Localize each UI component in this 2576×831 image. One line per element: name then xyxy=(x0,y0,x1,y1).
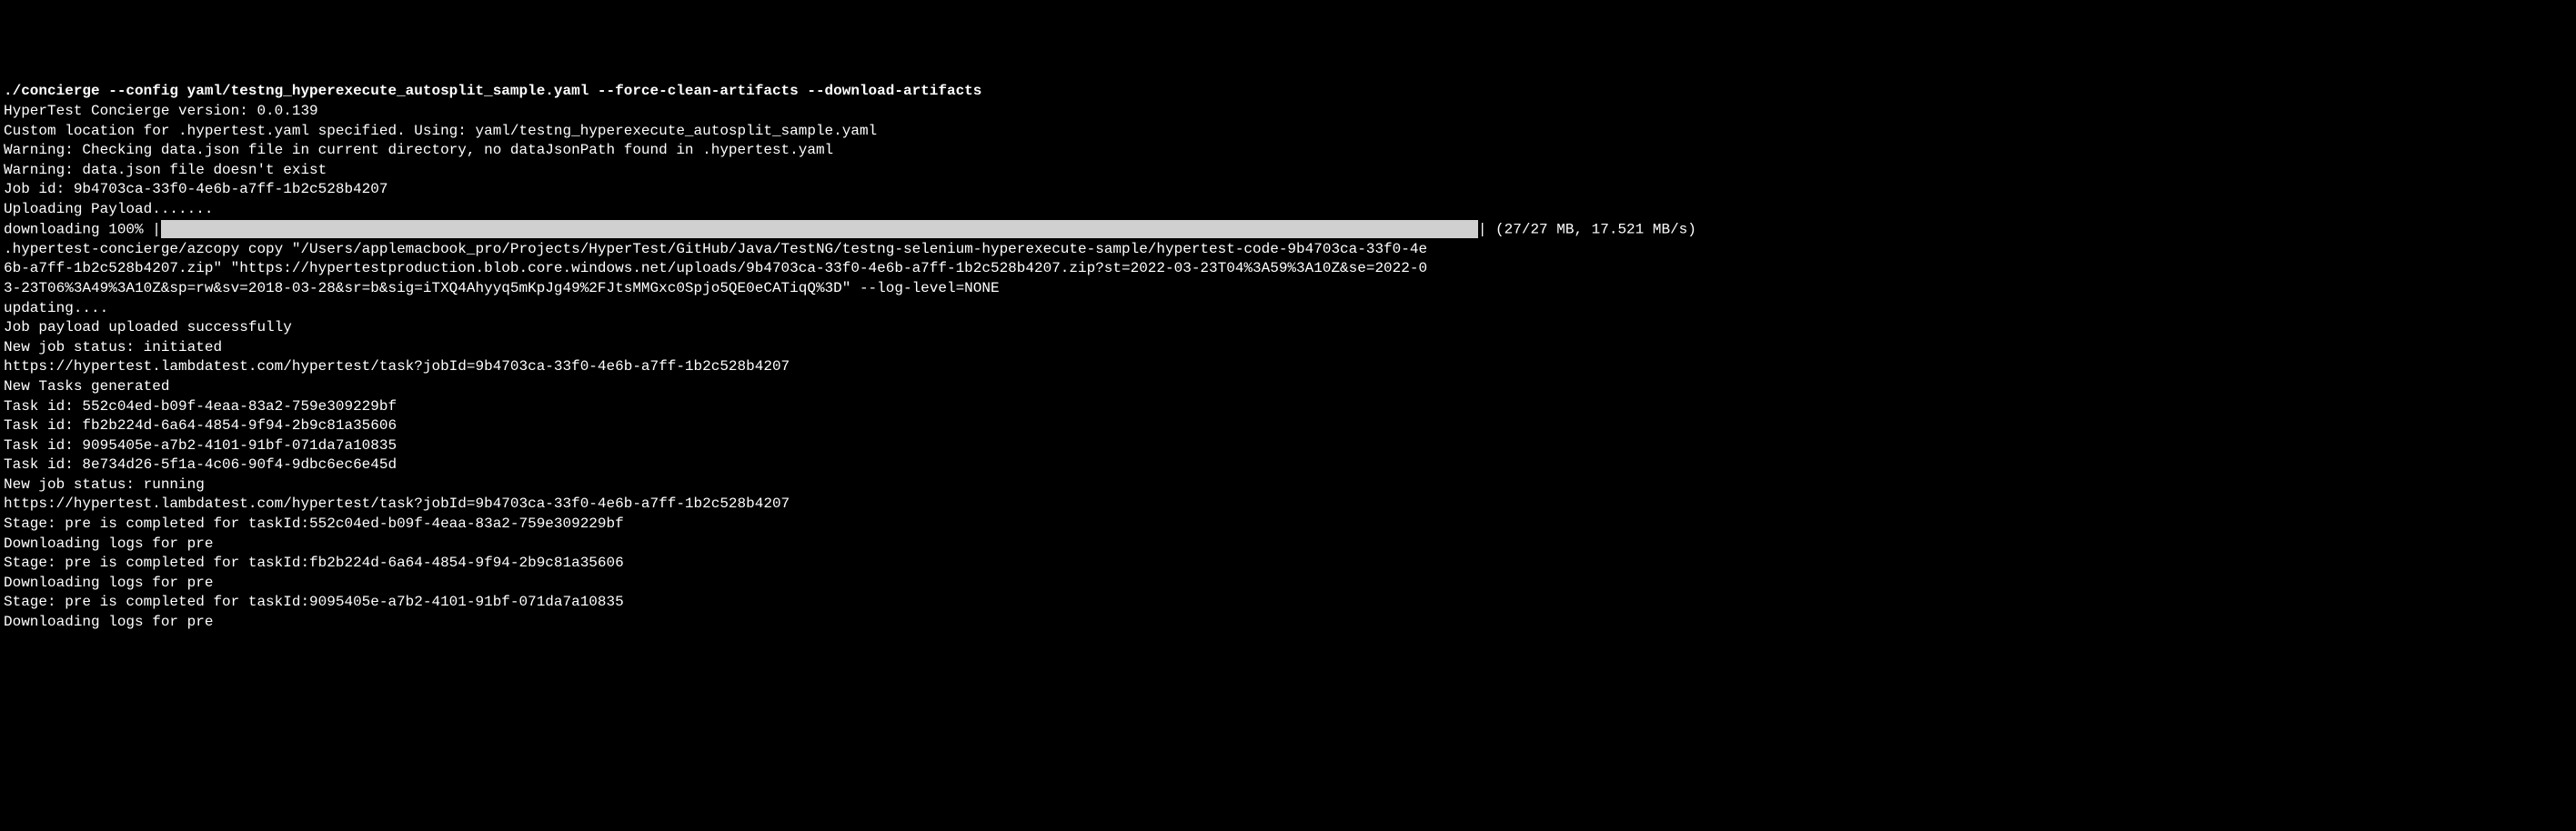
output-line: New job status: initiated xyxy=(4,338,2576,358)
output-line: HyperTest Concierge version: 0.0.139 xyxy=(4,102,2576,122)
output-line: updating.... xyxy=(4,299,2576,319)
output-line: Stage: pre is completed for taskId:552c0… xyxy=(4,515,2576,535)
output-line: Task id: 8e734d26-5f1a-4c06-90f4-9dbc6ec… xyxy=(4,456,2576,476)
progress-label: downloading 100% | xyxy=(4,221,161,237)
terminal-output[interactable]: ./concierge --config yaml/testng_hyperex… xyxy=(4,82,2576,632)
output-line: Downloading logs for pre xyxy=(4,613,2576,633)
output-line: Job payload uploaded successfully xyxy=(4,318,2576,338)
output-line: Stage: pre is completed for taskId:fb2b2… xyxy=(4,554,2576,574)
progress-bar xyxy=(161,220,1478,239)
output-line: Warning: data.json file doesn't exist xyxy=(4,161,2576,181)
output-line: Downloading logs for pre xyxy=(4,574,2576,594)
output-line: https://hypertest.lambdatest.com/hyperte… xyxy=(4,495,2576,515)
command-line: ./concierge --config yaml/testng_hyperex… xyxy=(4,82,2576,102)
output-line: Job id: 9b4703ca-33f0-4e6b-a7ff-1b2c528b… xyxy=(4,180,2576,200)
output-line: Task id: fb2b224d-6a64-4854-9f94-2b9c81a… xyxy=(4,416,2576,436)
output-line: Downloading logs for pre xyxy=(4,535,2576,555)
output-line: Warning: Checking data.json file in curr… xyxy=(4,141,2576,161)
output-line: Task id: 9095405e-a7b2-4101-91bf-071da7a… xyxy=(4,436,2576,456)
output-line: New Tasks generated xyxy=(4,377,2576,397)
output-line: New job status: running xyxy=(4,476,2576,496)
progress-line: downloading 100% | | (27/27 MB, 17.521 M… xyxy=(4,220,2576,240)
output-line: Stage: pre is completed for taskId:90954… xyxy=(4,593,2576,613)
output-line: Uploading Payload....... xyxy=(4,200,2576,220)
output-line: Custom location for .hypertest.yaml spec… xyxy=(4,122,2576,142)
output-line: .hypertest-concierge/azcopy copy "/Users… xyxy=(4,240,1430,299)
progress-suffix: | (27/27 MB, 17.521 MB/s) xyxy=(1478,221,1696,237)
output-line: https://hypertest.lambdatest.com/hyperte… xyxy=(4,357,2576,377)
output-line: Task id: 552c04ed-b09f-4eaa-83a2-759e309… xyxy=(4,397,2576,417)
